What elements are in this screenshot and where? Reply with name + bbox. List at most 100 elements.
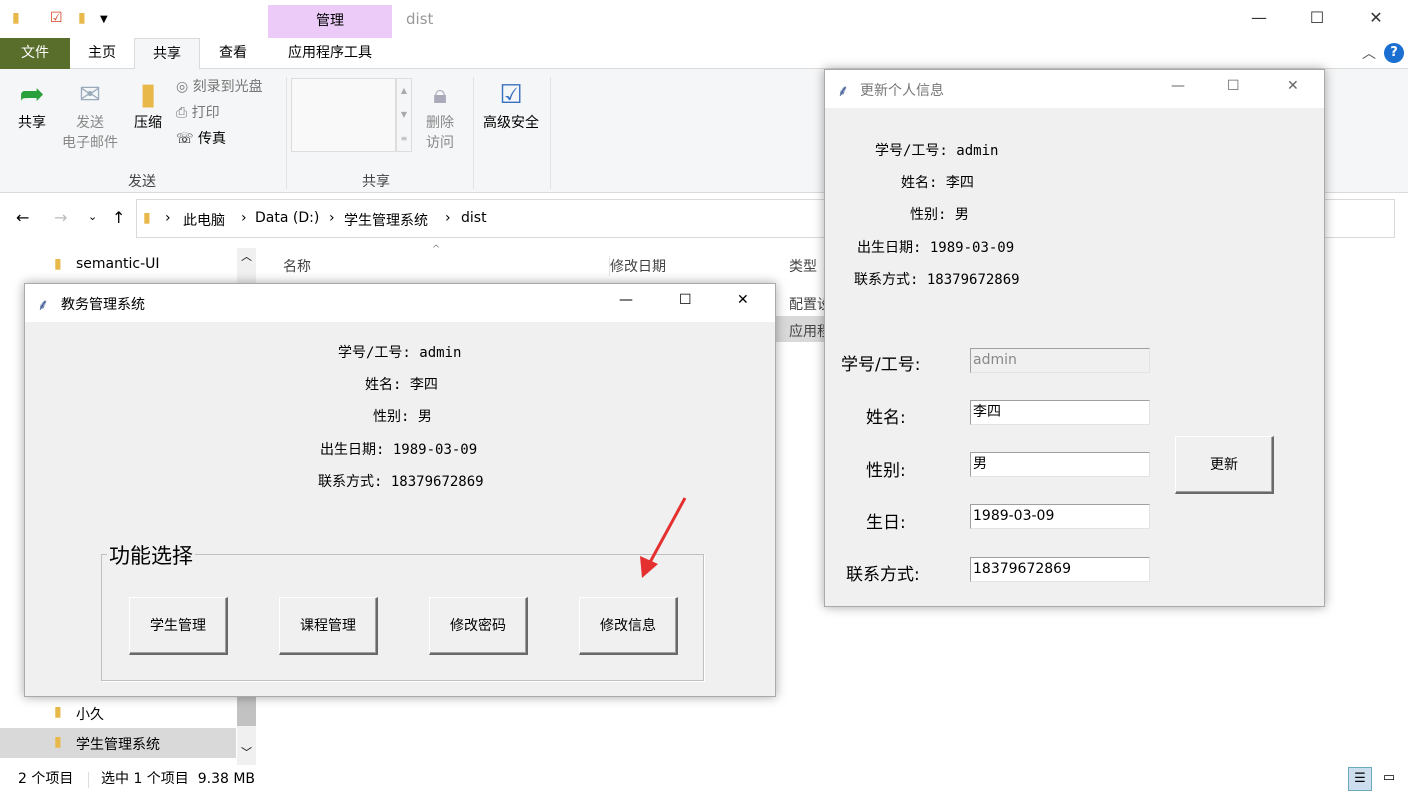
- tab-app-tools[interactable]: 应用程序工具: [268, 38, 392, 69]
- share-icon: ➦: [19, 77, 45, 112]
- name-label: 姓名:: [901, 175, 938, 191]
- remove-access-button[interactable]: 🔒︎ 删除 访问: [418, 77, 462, 153]
- up-icon[interactable]: ↑: [112, 208, 125, 227]
- burn-button[interactable]: ◎ 刻录到光盘: [176, 77, 263, 97]
- scroll-up-icon[interactable]: ︿: [241, 248, 252, 264]
- email-button[interactable]: ✉ 发送 电子邮件: [56, 77, 124, 153]
- phone-input[interactable]: 18379672869: [970, 557, 1150, 582]
- name-label: 姓名:: [365, 377, 402, 393]
- main-window-title: 教务管理系统: [61, 297, 145, 313]
- minimize-button[interactable]: —: [619, 292, 633, 308]
- update-button[interactable]: 更新: [1175, 436, 1274, 494]
- nav-item-label: semantic-UI: [76, 256, 160, 272]
- maximize-button[interactable]: ☐: [1227, 78, 1240, 94]
- close-button[interactable]: ✕: [1353, 8, 1399, 27]
- phone-label: 联系方式:: [318, 474, 383, 490]
- scroll-down-icon[interactable]: ﹀: [241, 744, 252, 760]
- student-management-button[interactable]: 学生管理: [129, 597, 228, 655]
- close-button[interactable]: ✕: [1287, 78, 1299, 94]
- share-label: 共享: [18, 115, 46, 131]
- close-button[interactable]: ✕: [737, 292, 749, 308]
- file-row-type-selected[interactable]: 应用程: [776, 316, 826, 342]
- burn-label: 刻录到光盘: [192, 79, 263, 95]
- divider: [88, 772, 89, 788]
- edit-info-button[interactable]: 修改信息: [579, 597, 678, 655]
- explorer-titlebar: ▮ ☑ ▮ ▼ 管理 dist — ☐ ✕: [0, 0, 1408, 38]
- recent-chevron-icon[interactable]: ⌄: [88, 210, 97, 223]
- item-count: 2 个项目: [18, 771, 74, 787]
- id-label: 学号/工号:: [875, 143, 948, 159]
- large-icons-view-icon[interactable]: ▭: [1378, 767, 1400, 791]
- column-type[interactable]: 类型: [789, 256, 817, 276]
- form-name-label: 姓名:: [866, 408, 906, 428]
- function-group-label: 功能选择: [107, 540, 195, 570]
- column-date[interactable]: 修改日期: [609, 256, 666, 276]
- tab-home[interactable]: 主页: [70, 38, 134, 69]
- new-folder-icon[interactable]: ▮: [78, 10, 86, 26]
- column-name[interactable]: 名称: [283, 256, 311, 276]
- print-label: 打印: [191, 105, 220, 121]
- advanced-security-label: 高级安全: [483, 115, 539, 131]
- zip-button[interactable]: ▮ 压缩: [126, 77, 170, 133]
- advanced-security-button[interactable]: ☑ 高级安全: [478, 77, 544, 133]
- sex-input[interactable]: 男: [970, 452, 1150, 477]
- chevron-right-icon: ›: [445, 210, 451, 226]
- help-icon[interactable]: ?: [1384, 43, 1404, 63]
- nav-item[interactable]: ▮ 小久: [0, 700, 236, 726]
- scrollbar-thumb[interactable]: [237, 696, 256, 726]
- course-management-button[interactable]: 课程管理: [279, 597, 378, 655]
- name-value: 李四: [945, 175, 974, 191]
- folder-icon: ▮: [54, 734, 62, 750]
- forward-icon[interactable]: →: [54, 208, 67, 227]
- tab-file[interactable]: 文件: [0, 38, 70, 69]
- sort-ascending-icon: ^: [432, 244, 441, 255]
- nav-item-label: 小久: [76, 707, 104, 723]
- feather-icon: ⸙: [837, 81, 850, 100]
- nav-item[interactable]: ▮ semantic-UI: [0, 252, 236, 278]
- fax-button[interactable]: ☏ 传真: [176, 129, 226, 149]
- breadcrumb-item[interactable]: 此电脑: [183, 210, 225, 230]
- print-button[interactable]: ⎙ 打印: [176, 103, 220, 123]
- customize-toolbar-icon[interactable]: ▼: [100, 14, 108, 25]
- main-window-titlebar: ⸙ 教务管理系统 — ☐ ✕: [25, 284, 775, 322]
- birth-label: 出生日期:: [320, 442, 385, 458]
- fax-label: 传真: [197, 131, 226, 147]
- tab-view[interactable]: 查看: [200, 38, 266, 69]
- form-birth-label: 生日:: [866, 513, 906, 533]
- name-input[interactable]: 李四: [970, 400, 1150, 425]
- properties-icon[interactable]: ☑: [50, 10, 63, 26]
- share-button[interactable]: ➦ 共享: [8, 77, 56, 133]
- birth-input[interactable]: 1989-03-09: [970, 504, 1150, 529]
- minimize-button[interactable]: —: [1236, 8, 1282, 27]
- id-value: admin: [419, 345, 462, 361]
- remove-label-1: 删除: [426, 115, 454, 131]
- change-password-button[interactable]: 修改密码: [429, 597, 528, 655]
- zip-label: 压缩: [134, 115, 162, 131]
- nav-item-selected[interactable]: ▮ 学生管理系统: [0, 728, 236, 758]
- share-with-list[interactable]: [291, 78, 396, 152]
- breadcrumb-item[interactable]: Data (D:): [255, 210, 319, 226]
- maximize-button[interactable]: ☐: [1294, 8, 1340, 27]
- feather-icon: ⸙: [37, 295, 50, 314]
- sex-label: 性别:: [910, 207, 947, 223]
- nav-item-label: 学生管理系统: [76, 737, 160, 753]
- tab-share[interactable]: 共享: [134, 38, 200, 69]
- chevron-right-icon: ›: [241, 210, 247, 226]
- folder-icon: ▮: [54, 704, 62, 720]
- minimize-button[interactable]: —: [1171, 78, 1185, 94]
- breadcrumb-item[interactable]: dist: [461, 210, 487, 226]
- maximize-button[interactable]: ☐: [679, 292, 692, 308]
- list-scroll[interactable]: ▲ ▼ ≡: [396, 78, 412, 152]
- divider: [550, 77, 551, 189]
- window-title: dist: [406, 10, 434, 28]
- file-row-type[interactable]: 配置设: [776, 290, 826, 314]
- breadcrumb-item[interactable]: 学生管理系统: [344, 210, 428, 230]
- printer-icon: ⎙: [176, 105, 188, 121]
- form-id-label: 学号/工号:: [841, 355, 921, 375]
- form-phone-label: 联系方式:: [846, 565, 920, 585]
- back-icon[interactable]: ←: [16, 208, 29, 227]
- group-share-label: 共享: [362, 174, 390, 190]
- update-window-titlebar: ⸙ 更新个人信息 — ☐ ✕: [825, 70, 1324, 108]
- collapse-ribbon-icon[interactable]: ︿: [1362, 43, 1376, 63]
- details-view-icon[interactable]: ☰: [1348, 767, 1372, 791]
